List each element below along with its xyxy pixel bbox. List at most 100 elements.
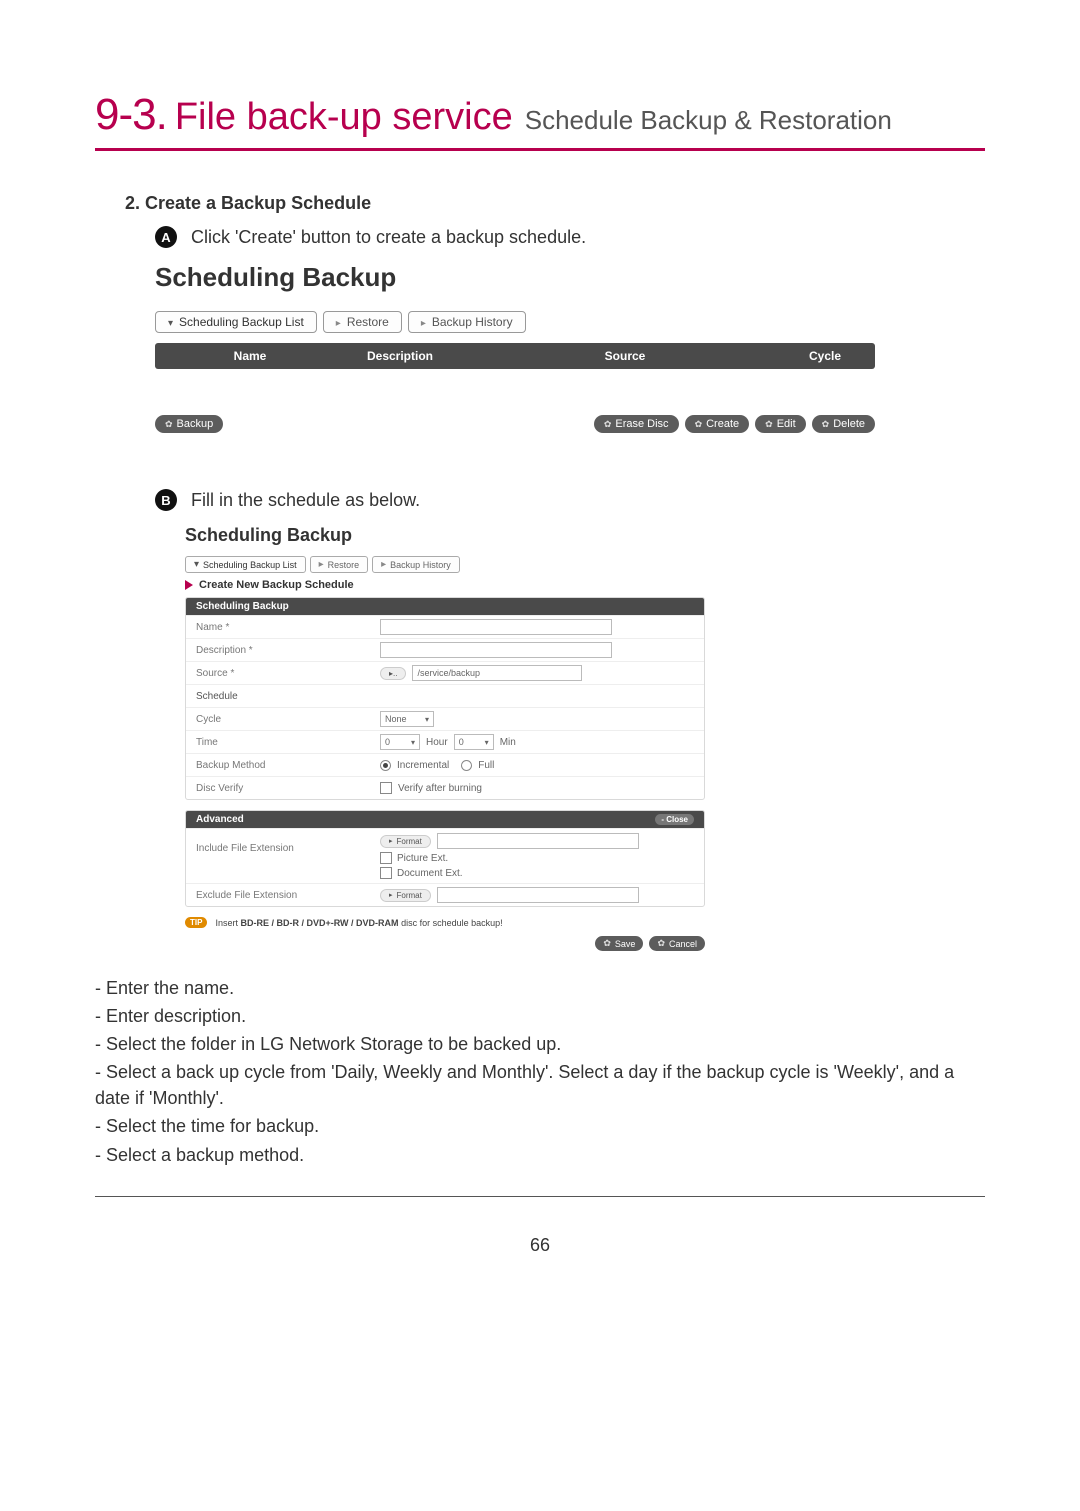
cycle-select[interactable]: None — [380, 711, 434, 727]
verify-checkbox-label: Verify after burning — [398, 783, 482, 794]
panel2-title: Advanced — [196, 814, 244, 825]
tab-backup-history[interactable]: Backup History — [408, 311, 526, 333]
chevron-down-icon — [425, 714, 429, 724]
row-include-ext: Include File Extension ▸ Format Picture … — [186, 828, 704, 883]
tip-bold: BD-RE / BD-R / DVD+-RW / DVD-RAM — [240, 918, 398, 928]
page-number: 66 — [95, 1235, 985, 1256]
create-button[interactable]: Create — [685, 415, 750, 433]
tab-label: Restore — [347, 315, 389, 329]
chevron-down-icon — [485, 737, 489, 747]
tab2-scheduling-backup-list[interactable]: Scheduling Backup List — [185, 556, 306, 573]
button-label: Backup — [177, 418, 214, 430]
footer-divider — [95, 1196, 985, 1197]
tab-label: Scheduling Backup List — [179, 315, 304, 329]
col-description: Description — [335, 349, 465, 363]
picture-ext-checkbox[interactable] — [380, 852, 392, 864]
step2-a-line: A Click 'Create' button to create a back… — [155, 226, 985, 248]
shot2-button-row: Save Cancel — [185, 936, 705, 951]
button-label: Edit — [777, 418, 796, 430]
radio-incremental-label: Incremental — [397, 760, 449, 771]
shot1-heading: Scheduling Backup — [155, 262, 875, 293]
save-button[interactable]: Save — [595, 936, 643, 951]
shot1-button-row: Backup Erase Disc Create Edit Delete — [155, 415, 875, 433]
backup-button[interactable]: Backup — [155, 415, 223, 433]
shot2-tabs: Scheduling Backup List Restore Backup Hi… — [185, 556, 705, 573]
source-input[interactable]: /service/backup — [412, 665, 582, 681]
button-label: Cancel — [669, 939, 697, 949]
screenshot-scheduling-backup-list: Scheduling Backup Scheduling Backup List… — [155, 262, 875, 433]
body-instructions: - Enter the name. - Enter description. -… — [95, 975, 985, 1168]
panel2-close-button[interactable]: - Close — [655, 814, 694, 825]
tab-label: Backup History — [432, 315, 513, 329]
shot1-table-header: Name Description Source Cycle — [155, 343, 875, 369]
row-backup-method: Backup Method Incremental Full — [186, 753, 704, 776]
title-number: 9-3. — [95, 90, 167, 140]
chevron-down-icon — [168, 315, 173, 329]
cycle-select-value: None — [385, 714, 407, 724]
include-format-button[interactable]: ▸ Format — [380, 835, 431, 848]
button-label: Create — [706, 418, 739, 430]
verify-checkbox[interactable] — [380, 782, 392, 794]
label-backup-method: Backup Method — [186, 756, 376, 775]
shot1-table-body-empty — [155, 369, 875, 409]
row-name: Name * — [186, 615, 704, 638]
tab-restore[interactable]: Restore — [323, 311, 402, 333]
name-input[interactable] — [380, 619, 612, 635]
radio-incremental[interactable] — [380, 760, 391, 771]
gear-icon — [695, 418, 703, 430]
include-ext-input[interactable] — [437, 833, 639, 849]
format-label: Format — [397, 891, 422, 900]
step2-heading: 2. Create a Backup Schedule — [125, 193, 985, 214]
label-schedule: Schedule — [186, 687, 376, 706]
tab2-backup-history[interactable]: Backup History — [372, 556, 460, 573]
shot2-heading: Scheduling Backup — [185, 525, 705, 546]
body-line: - Select the time for backup. — [95, 1113, 985, 1139]
erase-disc-button[interactable]: Erase Disc — [594, 415, 679, 433]
delete-button[interactable]: Delete — [812, 415, 875, 433]
title-main: File back-up service — [175, 96, 513, 139]
tip-row: TIP Insert BD-RE / BD-R / DVD+-RW / DVD-… — [185, 917, 705, 928]
button-label: Save — [615, 939, 636, 949]
tab2-restore[interactable]: Restore — [310, 556, 369, 573]
chevron-down-icon — [194, 559, 199, 570]
format-label: Format — [397, 837, 422, 846]
edit-button[interactable]: Edit — [755, 415, 806, 433]
col-name: Name — [165, 349, 335, 363]
time-hour-select[interactable]: 0 — [380, 734, 420, 750]
shot1-tabs: Scheduling Backup List Restore Backup Hi… — [155, 311, 875, 333]
time-min-value: 0 — [459, 737, 464, 747]
time-min-select[interactable]: 0 — [454, 734, 494, 750]
row-description: Description * — [186, 638, 704, 661]
tab-label: Scheduling Backup List — [203, 560, 297, 570]
exclude-format-button[interactable]: ▸ Format — [380, 889, 431, 902]
row-time: Time 0 Hour 0 Min — [186, 730, 704, 753]
letter-a-icon: A — [155, 226, 177, 248]
row-cycle: Cycle None — [186, 707, 704, 730]
page-title-row: 9-3. File back-up service Schedule Backu… — [95, 90, 985, 151]
tab-label: Restore — [328, 560, 360, 570]
document-ext-checkbox[interactable] — [380, 867, 392, 879]
browse-button[interactable]: ▸.. — [380, 667, 406, 680]
radio-full[interactable] — [461, 760, 472, 771]
tab-label: Backup History — [390, 560, 451, 570]
source-input-value: /service/backup — [417, 668, 480, 678]
panel1-title: Scheduling Backup — [196, 601, 289, 612]
label-exclude-ext: Exclude File Extension — [186, 886, 376, 905]
chevron-right-icon — [319, 559, 324, 570]
tip-badge: TIP — [185, 917, 207, 928]
shot2-subhead-text: Create New Backup Schedule — [199, 579, 354, 591]
gear-icon — [765, 418, 773, 430]
label-cycle: Cycle — [186, 710, 376, 729]
panel1-head: Scheduling Backup — [186, 598, 704, 615]
exclude-ext-input[interactable] — [437, 887, 639, 903]
chevron-down-icon — [411, 737, 415, 747]
body-line: - Enter the name. — [95, 975, 985, 1001]
letter-b-icon: B — [155, 489, 177, 511]
cancel-button[interactable]: Cancel — [649, 936, 705, 951]
description-input[interactable] — [380, 642, 612, 658]
title-number-text: 9-3 — [95, 90, 156, 139]
panel2-head: Advanced - Close — [186, 811, 704, 828]
document-ext-label: Document Ext. — [397, 868, 463, 879]
label-source: Source * — [186, 664, 376, 683]
tab-scheduling-backup-list[interactable]: Scheduling Backup List — [155, 311, 317, 333]
